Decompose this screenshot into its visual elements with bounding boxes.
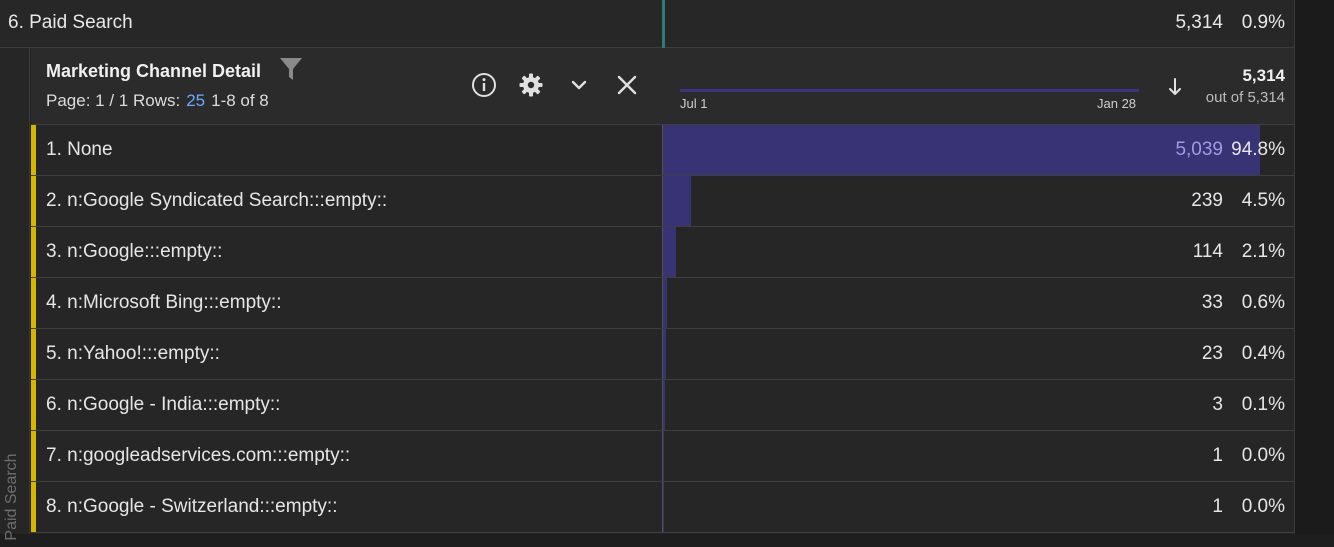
row-value: 1 [1212, 496, 1223, 517]
row-label: 2. n:Google Syndicated Search:::empty:: [46, 190, 388, 211]
column-divider [662, 125, 663, 175]
row-label: 6. n:Google - India:::empty:: [46, 394, 281, 415]
table-row[interactable]: 1. None 5,039 94.8% [31, 125, 1294, 176]
row-value: 114 [1192, 241, 1223, 262]
gear-icon[interactable] [518, 72, 544, 98]
breakdown-title[interactable]: Marketing Channel Detail [46, 61, 261, 82]
sparkline [680, 89, 1139, 92]
column-divider [662, 278, 663, 328]
breakdown-header: Marketing Channel Detail Page: 1 / 1 Row… [31, 48, 1294, 125]
row-value: 1 [1212, 445, 1223, 466]
row-accent [31, 380, 36, 430]
breakdown-side-band: Paid Search [0, 48, 30, 541]
filter-icon[interactable] [279, 56, 303, 82]
row-label: 3. n:Google:::empty:: [46, 241, 223, 262]
row-bar [663, 125, 1261, 175]
parent-row-label: 6. Paid Search [8, 12, 133, 33]
column-divider [662, 227, 663, 277]
column-divider [662, 176, 663, 226]
row-percent: 0.1% [1241, 394, 1285, 415]
row-bar [663, 278, 667, 328]
arrow-down-icon[interactable] [1166, 76, 1184, 98]
row-bar [663, 431, 664, 481]
parent-row-percent: 0.9% [1241, 12, 1285, 33]
right-gutter [1294, 0, 1334, 534]
row-accent [31, 278, 36, 328]
table-row[interactable]: 7. n:googleadservices.com:::empty:: 1 0.… [31, 431, 1294, 482]
row-label: 7. n:googleadservices.com:::empty:: [46, 445, 351, 466]
row-percent: 0.0% [1241, 496, 1285, 517]
row-accent [31, 482, 36, 532]
row-label: 4. n:Microsoft Bing:::empty:: [46, 292, 282, 313]
column-total: 5,314 [1242, 66, 1285, 85]
info-icon[interactable] [471, 72, 497, 98]
row-bar [663, 176, 692, 226]
sparkline-end-label: Jan 28 [1097, 96, 1137, 111]
row-accent [31, 431, 36, 481]
column-divider [662, 380, 663, 430]
freeform-table: 6. Paid Search 5,314 0.9% Paid Search Ma… [0, 0, 1294, 541]
row-bar [663, 329, 666, 379]
rows-per-page[interactable]: 25 [186, 91, 205, 110]
row-accent [31, 125, 36, 175]
page-label: Page: 1 / 1 Rows: [46, 91, 181, 110]
row-accent [31, 227, 36, 277]
table-row[interactable]: 8. n:Google - Switzerland:::empty:: 1 0.… [31, 482, 1294, 533]
table-row[interactable]: 2. n:Google Syndicated Search:::empty:: … [31, 176, 1294, 227]
sparkline-start-label: Jul 1 [680, 96, 708, 111]
close-icon[interactable] [614, 72, 640, 98]
row-value: 239 [1191, 190, 1223, 211]
column-divider [662, 329, 663, 379]
row-label: 8. n:Google - Switzerland:::empty:: [46, 496, 338, 517]
table-row[interactable]: 3. n:Google:::empty:: 114 2.1% [31, 227, 1294, 278]
table-row[interactable]: 5. n:Yahoo!:::empty:: 23 0.4% [31, 329, 1294, 380]
row-label: 5. n:Yahoo!:::empty:: [46, 343, 220, 364]
row-accent [31, 329, 36, 379]
parent-row-paid-search[interactable]: 6. Paid Search 5,314 0.9% [0, 0, 1294, 48]
row-bar [663, 482, 664, 532]
row-value: 3 [1212, 394, 1223, 415]
chevron-down-icon[interactable] [566, 72, 592, 98]
row-percent: 2.1% [1241, 241, 1285, 262]
column-divider [662, 431, 663, 481]
row-percent: 4.5% [1241, 190, 1285, 211]
row-percent: 0.0% [1241, 445, 1285, 466]
row-accent [31, 176, 36, 226]
parent-row-bar [662, 0, 665, 48]
row-value: 33 [1201, 292, 1223, 313]
row-range: 1-8 of 8 [211, 91, 269, 110]
row-bar [663, 227, 677, 277]
row-value: 23 [1201, 343, 1223, 364]
row-value: 5,039 [1175, 139, 1223, 160]
row-percent: 0.6% [1241, 292, 1285, 313]
side-label: Paid Search [3, 453, 20, 541]
row-percent: 94.8% [1231, 139, 1285, 160]
breakdown-rows: 1. None 5,039 94.8% 2. n:Google Syndicat… [31, 125, 1294, 533]
parent-row-value: 5,314 [1175, 12, 1223, 33]
table-row[interactable]: 6. n:Google - India:::empty:: 3 0.1% [31, 380, 1294, 431]
row-percent: 0.4% [1241, 343, 1285, 364]
row-bar [663, 380, 665, 430]
table-row[interactable]: 4. n:Microsoft Bing:::empty:: 33 0.6% [31, 278, 1294, 329]
page-info: Page: 1 / 1 Rows: 25 1-8 of 8 [46, 91, 269, 111]
row-label: 1. None [46, 139, 113, 160]
column-total-of: out of 5,314 [1205, 89, 1285, 106]
column-divider [662, 482, 663, 532]
